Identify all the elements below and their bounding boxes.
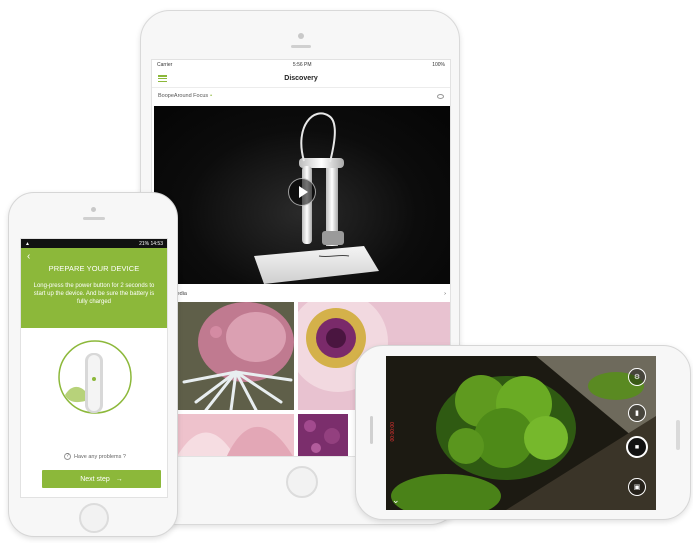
- media-tile-purple-texture[interactable]: [298, 414, 348, 456]
- help-link[interactable]: ? Have any problems ?: [21, 453, 167, 460]
- play-icon: [299, 186, 308, 198]
- tablet-camera: [298, 33, 304, 39]
- setup-instructions: Long-press the power button for 2 second…: [33, 283, 155, 305]
- moss-live-image: [386, 356, 656, 510]
- phone-status-bar: ▲ 21% 14:53: [21, 239, 167, 248]
- gallery-icon[interactable]: ▣: [628, 478, 646, 496]
- chevron-right-icon: ›: [444, 291, 446, 297]
- next-step-label: Next step: [80, 475, 110, 483]
- landscape-home-button[interactable]: [676, 420, 680, 450]
- camera-controls: ⚙ ▮ ■ ▣: [626, 356, 648, 510]
- eye-icon[interactable]: [437, 93, 444, 99]
- tablet-nav-bar: Discovery: [152, 70, 450, 88]
- next-step-button[interactable]: Next step →: [42, 470, 161, 488]
- back-arrow-icon[interactable]: ‹: [27, 252, 30, 262]
- section-title: BoopeAround Focus: [158, 93, 209, 99]
- media-tile-pink-flower[interactable]: [176, 302, 294, 410]
- tablet-home-button[interactable]: [286, 466, 318, 498]
- video-section-header: BoopeAround Focus •: [152, 88, 450, 104]
- battery-label: 100%: [432, 62, 445, 68]
- device-illustration: [57, 339, 133, 415]
- product-showcase: Carrier 5:56 PM 100% Discovery BoopeArou…: [0, 0, 693, 543]
- phone-portrait-device: ▲ 21% 14:53 ‹ PREPARE YOUR DEVICE Long-p…: [8, 192, 178, 537]
- phone-landscape-device: 00:00:00 ⚙ ▮ ■ ▣ ⌄: [355, 345, 691, 520]
- carrier-label: Carrier: [157, 62, 173, 68]
- phone-speaker: [83, 217, 105, 220]
- phone-camera: [91, 207, 96, 212]
- recording-timer: 00:00:00: [390, 422, 396, 442]
- video-player[interactable]: [154, 106, 450, 284]
- setup-hero: ‹ PREPARE YOUR DEVICE Long-press the pow…: [21, 248, 167, 328]
- tablet-status-bar: Carrier 5:56 PM 100%: [152, 60, 450, 70]
- clock-label: 5:56 PM: [292, 62, 312, 68]
- media-tile-pink-petals[interactable]: [176, 414, 294, 456]
- settings-icon[interactable]: ⚙: [628, 368, 646, 386]
- landscape-speaker: [370, 416, 373, 444]
- bulb-icon: •: [210, 93, 213, 99]
- play-button[interactable]: [288, 178, 316, 206]
- help-text: Have any problems ?: [74, 453, 126, 460]
- arrow-right-icon: →: [115, 475, 123, 483]
- chevron-down-icon[interactable]: ⌄: [392, 495, 400, 506]
- record-icon[interactable]: ■: [626, 436, 648, 458]
- hamburger-menu-icon[interactable]: [158, 74, 167, 83]
- phone-home-button[interactable]: [79, 503, 109, 533]
- tablet-speaker: [291, 45, 311, 48]
- question-icon: ?: [64, 453, 71, 460]
- setup-heading: PREPARE YOUR DEVICE: [48, 264, 140, 273]
- signal-icon: ▲: [25, 240, 30, 247]
- switch-icon[interactable]: ▮: [628, 404, 646, 422]
- page-title: Discovery: [284, 75, 318, 82]
- media-section-header[interactable]: Media ›: [152, 288, 450, 300]
- status-right: 21% 14:53: [139, 240, 163, 247]
- phone-screen: ▲ 21% 14:53 ‹ PREPARE YOUR DEVICE Long-p…: [20, 238, 168, 498]
- camera-view[interactable]: 00:00:00 ⚙ ▮ ■ ▣ ⌄: [386, 356, 656, 510]
